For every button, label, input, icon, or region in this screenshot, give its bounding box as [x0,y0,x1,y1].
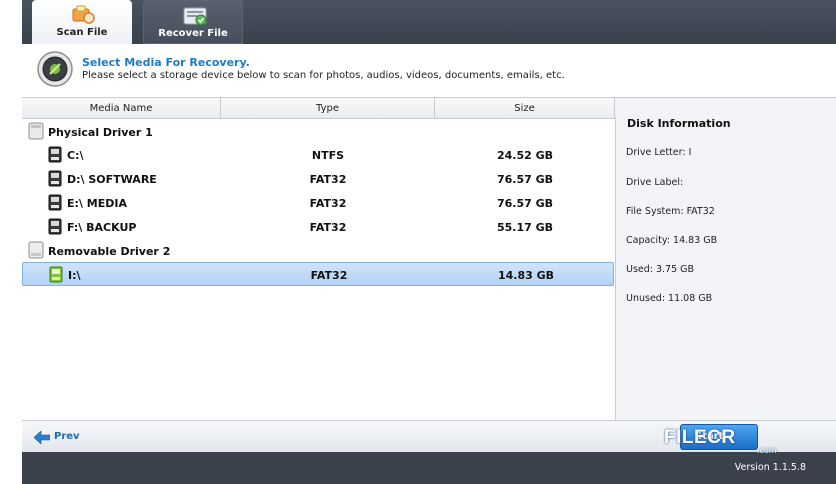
watermark-logo: FILECR [664,427,736,448]
drive-row-i[interactable]: I:\ FAT32 14.83 GB [22,262,614,286]
drive-icon [48,146,62,163]
drive-type: FAT32 [309,197,347,210]
used-space: Used: 3.75 GB [626,264,695,275]
drive-row-e[interactable]: E:\ MEDIA FAT32 76.57 GB [22,191,614,215]
drive-name: E:\ MEDIA [67,197,127,210]
drive-row-d[interactable]: D:\ SOFTWARE FAT32 76.57 GB [22,167,614,191]
group-label: Physical Driver 1 [48,126,153,139]
drive-name: F:\ BACKUP [67,221,137,234]
version-label: Version 1.1.5.8 [734,462,806,473]
drive-row-f[interactable]: F:\ BACKUP FAT32 55.17 GB [22,215,614,239]
drive-size: 55.17 GB [496,221,554,234]
column-header: Media Name Type Size [22,98,616,119]
drive-size: 76.57 GB [496,173,554,186]
drive-label: Drive Label: [626,177,684,188]
magnifier-disk-icon [37,51,73,87]
drive-row-c[interactable]: C:\ NTFS 24.52 GB [22,143,614,167]
page-header: Select Media For Recovery. Please select… [22,44,836,98]
drive-type: FAT32 [309,221,347,234]
drive-size: 24.52 GB [496,149,554,162]
drive-icon [48,194,62,211]
drive-name: D:\ SOFTWARE [67,173,157,186]
arrow-left-icon [34,431,50,444]
scan-icon [72,5,95,24]
file-system: File System: FAT32 [626,206,715,217]
column-media-name[interactable]: Media Name [22,98,221,119]
usb-drive-icon [49,266,63,283]
removable-disk-icon [28,241,44,259]
unused-space: Unused: 11.08 GB [626,293,713,304]
tab-bar: Scan File Recover File [22,0,836,44]
drive-icon [48,170,62,187]
hard-disk-icon [28,122,44,140]
drive-size: 76.57 GB [496,197,554,210]
column-type[interactable]: Type [221,98,435,119]
recover-icon [183,7,207,26]
drive-type: NTFS [311,149,345,162]
drive-icon [48,218,62,235]
tab-recover-file[interactable]: Recover File [143,0,243,44]
column-size[interactable]: Size [435,98,615,119]
tab-recover-file-label: Recover File [158,28,228,39]
disk-information-panel: Disk Information Drive Letter: I Drive L… [616,98,836,420]
drive-type: FAT32 [309,173,347,186]
main-area: Media Name Type Size Physical Driver 1 C… [22,98,836,420]
media-list: Media Name Type Size Physical Driver 1 C… [22,98,616,420]
status-bar: Version 1.1.5.8 [22,452,836,484]
tab-scan-file[interactable]: Scan File [32,0,132,44]
tab-scan-file-label: Scan File [56,27,108,38]
drive-name: C:\ [67,149,84,162]
drive-name: I:\ [68,269,81,282]
disk-info-title: Disk Information [627,117,731,130]
watermark-sub: .com [757,446,777,455]
app-window: Scan File Recover File Select Media For … [22,0,836,484]
drive-type: FAT32 [310,269,348,282]
page-title: Select Media For Recovery. [82,56,250,69]
page-subtitle: Please select a storage device below to … [82,70,565,81]
prev-label: Prev [54,431,80,442]
group-label: Removable Driver 2 [48,245,171,258]
drive-size: 14.83 GB [497,269,555,282]
drive-letter: Drive Letter: I [626,147,692,158]
capacity: Capacity: 14.83 GB [626,235,718,246]
